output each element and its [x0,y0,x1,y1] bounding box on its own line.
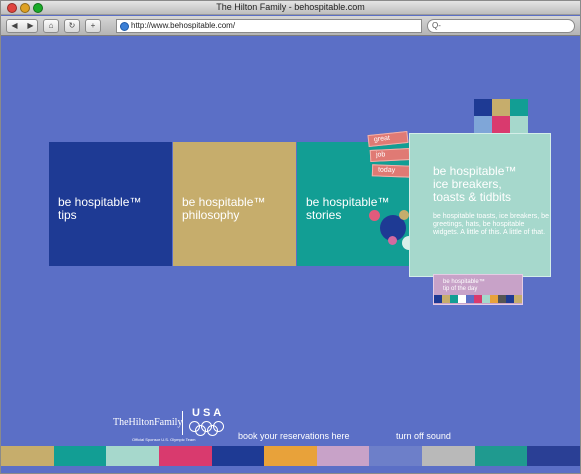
mosaic-tile [474,116,492,133]
search-input[interactable]: Q- [427,19,575,33]
browser-window: The Hilton Family - behospitable.com ◀ ▶… [0,0,581,474]
strip-segment [264,446,317,466]
philosophy-label: be hospitable™ philosophy [182,195,266,222]
strip-segment [158,446,212,466]
hilton-family-logo: TheHiltonFamily [113,417,183,428]
strip-segment [527,446,580,466]
sponsor-text: Official Sponsor U.S. Olympic Team [132,437,196,442]
url-text: http://www.behospitable.com/ [131,21,236,30]
mosaic-tile [492,99,510,116]
forward-icon[interactable]: ▶ [23,20,38,32]
tip-of-day-label: be hospitable™ tip of the day [443,279,485,292]
browser-toolbar: ◀ ▶ ⌂ ↻ + http://www.behospitable.com/ Q… [1,16,580,36]
usa-logo: USA [192,407,225,419]
back-icon[interactable]: ◀ [7,20,22,32]
home-icon[interactable]: ⌂ [43,19,59,33]
strip-segment [369,446,423,466]
sound-toggle-link[interactable]: turn off sound [396,431,451,441]
strip-segment [1,446,54,466]
logo-divider [182,411,183,435]
url-bar[interactable]: http://www.behospitable.com/ [116,19,422,33]
reservations-link[interactable]: book your reservations here [238,431,350,441]
tips-label: be hospitable™ tips [58,195,142,222]
window-title: The Hilton Family - behospitable.com [216,2,365,12]
strip-segment [106,446,159,466]
strip-segment [422,446,475,466]
icebreakers-heading: be hospitable™ ice breakers, toasts & ti… [433,164,517,204]
story-tag[interactable]: job [369,147,411,163]
page-content: be hospitable™ tips be hospitable™ philo… [1,37,580,473]
olympic-rings-icon [189,421,225,436]
title-bar: The Hilton Family - behospitable.com [1,1,580,15]
back-forward-control: ◀ ▶ [6,19,38,33]
strip-segment [474,446,528,466]
philosophy-panel[interactable]: be hospitable™ philosophy [173,142,296,266]
mosaic-tile [474,99,492,116]
globe-icon [120,22,129,31]
footer: TheHiltonFamily USA Official Sponsor U.S… [1,403,580,443]
mosaic-tile [510,99,528,116]
decor-dot [388,236,397,245]
tip-of-day-color-bars [434,295,522,303]
strip-segment [211,446,265,466]
color-mosaic [474,99,528,133]
tip-of-day-card[interactable]: be hospitable™ tip of the day [433,274,523,305]
mosaic-tile [492,116,510,133]
icebreakers-panel[interactable]: be hospitable™ ice breakers, toasts & ti… [409,133,551,277]
strip-segment [53,446,107,466]
icebreakers-description: be hospitable toasts, ice breakers, be g… [433,213,549,236]
color-strip [1,446,580,466]
mosaic-tile [510,116,528,133]
reload-icon[interactable]: ↻ [64,19,80,33]
decor-dot [369,210,380,221]
tips-panel[interactable]: be hospitable™ tips [49,142,172,266]
add-bookmark-icon[interactable]: + [85,19,101,33]
decor-dot [399,210,409,220]
story-tag[interactable]: today [371,164,413,178]
strip-segment [316,446,370,466]
